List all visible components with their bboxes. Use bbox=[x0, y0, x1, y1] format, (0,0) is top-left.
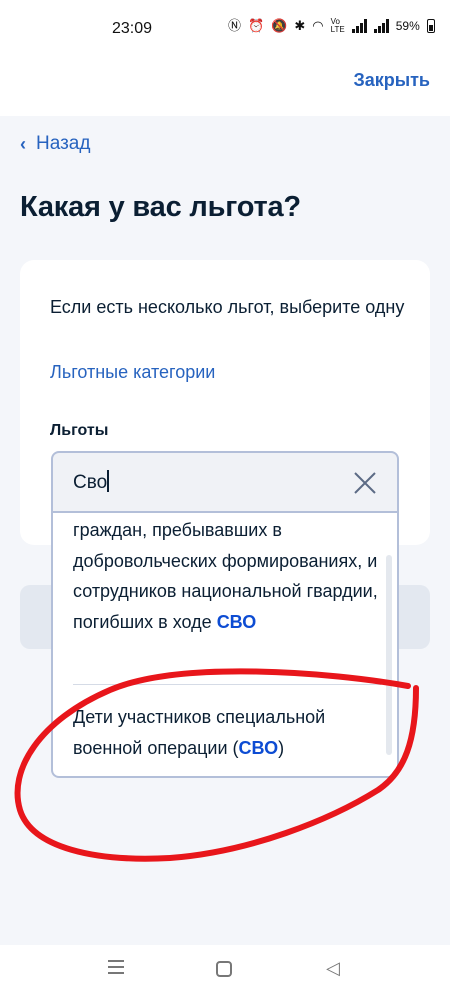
home-icon[interactable] bbox=[216, 961, 232, 977]
battery-icon bbox=[426, 19, 435, 33]
clear-icon[interactable] bbox=[353, 471, 377, 495]
bluetooth-icon: ✱ bbox=[294, 18, 306, 33]
close-button[interactable]: Закрыть bbox=[353, 70, 430, 91]
battery-text: 59% bbox=[395, 19, 420, 33]
card-hint: Если есть несколько льгот, выберите одну bbox=[50, 297, 405, 317]
alarm-icon: ⏰ bbox=[248, 18, 265, 33]
match-highlight: СВО bbox=[238, 737, 279, 758]
benefit-categories-link[interactable]: Льготные категории bbox=[50, 362, 215, 383]
volte-icon: Vo LTE bbox=[330, 17, 345, 34]
status-icons: Ⓝ ⏰ 🔕 ✱ ◠ Vo LTE 59% bbox=[228, 18, 435, 34]
back-triangle-icon[interactable]: ◁ bbox=[326, 958, 340, 979]
match-highlight: СВО bbox=[216, 611, 257, 632]
benefit-dropdown: граждан, пребывавших в добровольческих ф… bbox=[51, 513, 399, 778]
signal-icon bbox=[373, 19, 389, 33]
dropdown-option[interactable]: граждан, пребывавших в добровольческих ф… bbox=[73, 515, 383, 637]
wifi-icon: ◠ bbox=[312, 18, 324, 33]
field-label: Льготы bbox=[50, 422, 109, 439]
nfc-icon: Ⓝ bbox=[228, 18, 242, 33]
page-title: Какая у вас льгота? bbox=[20, 191, 301, 223]
dropdown-scrollbar[interactable] bbox=[386, 555, 392, 755]
status-bar: 23:09 Ⓝ ⏰ 🔕 ✱ ◠ Vo LTE 59% bbox=[0, 0, 450, 58]
back-label: Назад bbox=[36, 133, 91, 154]
text-caret bbox=[107, 470, 109, 492]
benefit-search-input[interactable]: Сво bbox=[51, 451, 399, 513]
search-input-value[interactable]: Сво bbox=[73, 470, 109, 494]
back-button[interactable]: ‹ Назад bbox=[20, 133, 90, 155]
system-nav-bar: ◁ bbox=[0, 945, 450, 1000]
mute-icon: 🔕 bbox=[271, 18, 288, 33]
top-bar: Закрыть bbox=[0, 58, 450, 116]
dropdown-option-children[interactable]: Дети участников специальной военной опер… bbox=[73, 702, 383, 763]
menu-icon[interactable] bbox=[108, 960, 124, 974]
status-time: 23:09 bbox=[112, 20, 153, 37]
chevron-left-icon: ‹ bbox=[20, 133, 26, 154]
option-divider bbox=[73, 684, 381, 685]
signal-icon bbox=[351, 19, 367, 33]
